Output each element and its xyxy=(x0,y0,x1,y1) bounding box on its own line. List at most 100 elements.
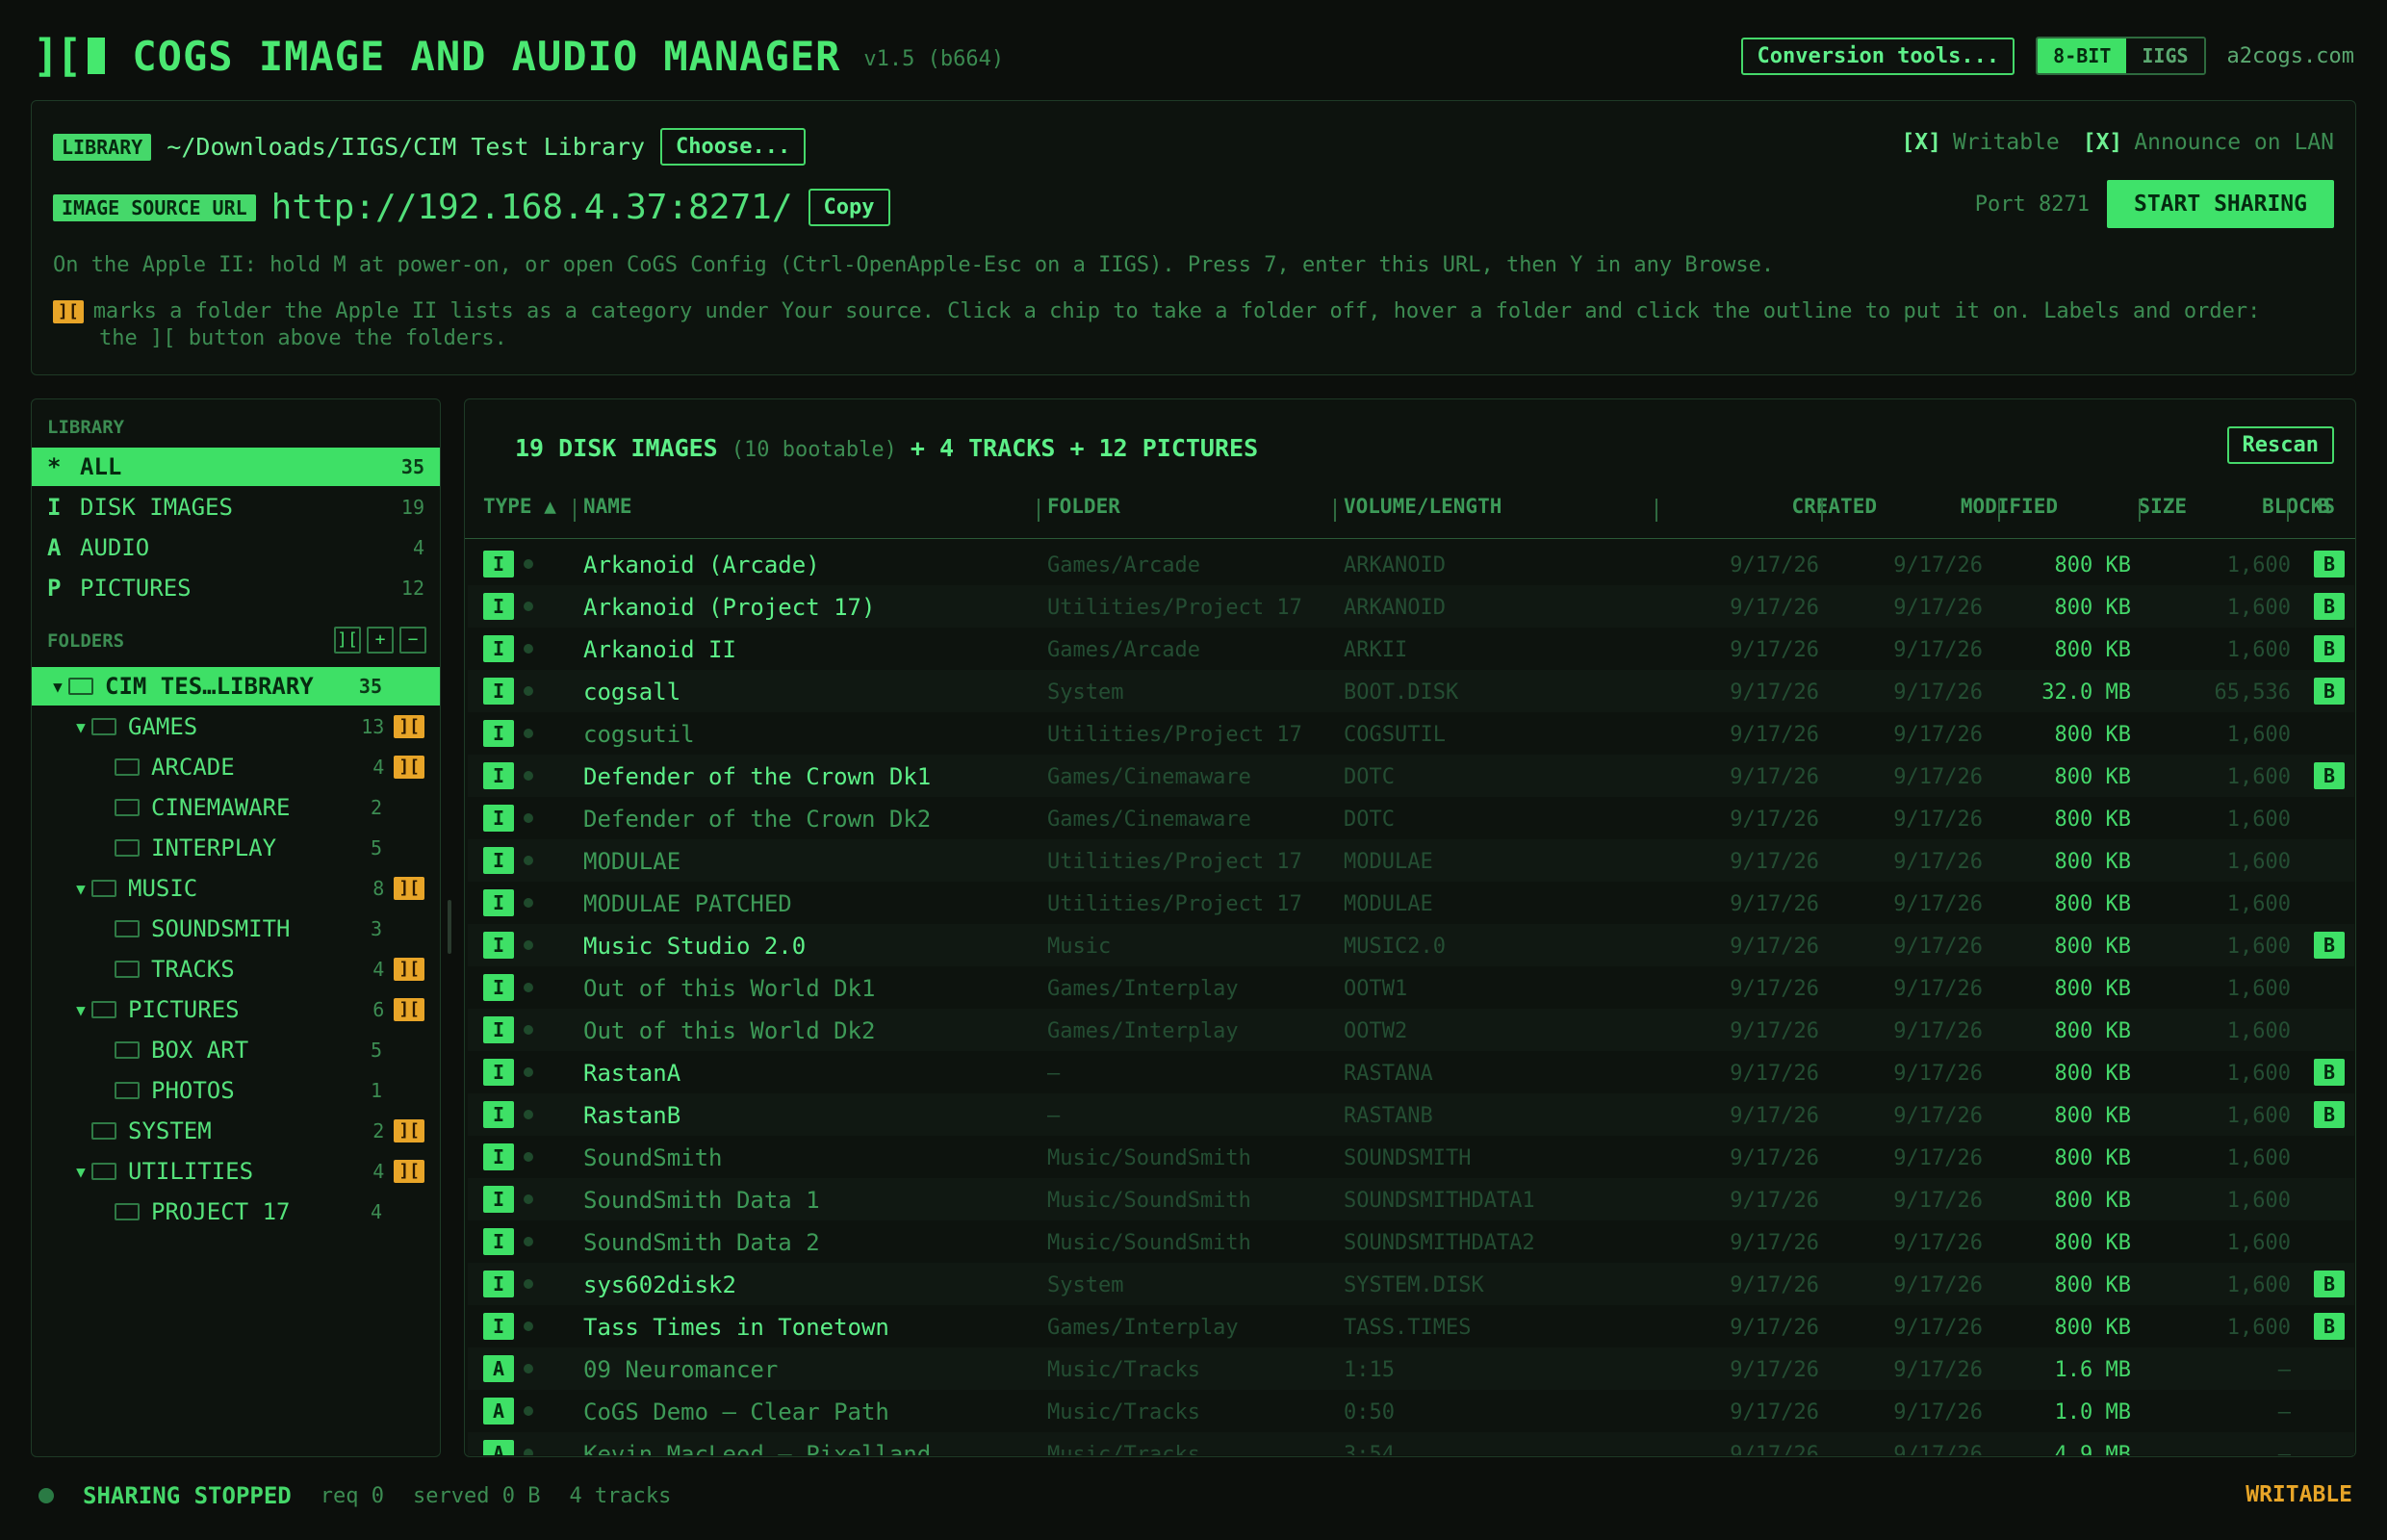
table-row[interactable]: I Out of this World Dk1 Games/Interplay OOT… xyxy=(468,966,2354,1009)
table-row[interactable]: A 09 Neuromancer Music/Tracks 1:15 9/17/26 9/… xyxy=(468,1348,2354,1390)
column-resize-handle[interactable] xyxy=(2287,499,2289,522)
table-row[interactable]: Isys602disk2 System SYSTEM.DISK 9/17/26 9/17… xyxy=(468,1263,2354,1305)
file-size: 800 KB xyxy=(2054,892,2131,916)
column-header[interactable]: VOLUME/LENGTH xyxy=(1344,495,1502,518)
category-chip[interactable]: ][ xyxy=(394,877,424,900)
library-item-audio[interactable]: A AUDIO 4 xyxy=(32,528,440,567)
request-count: req 0 xyxy=(320,1483,384,1508)
file-name: Out of this World Dk2 xyxy=(583,1017,876,1044)
volume-length: OOTW1 xyxy=(1344,977,1408,1001)
table-row[interactable]: I RastanB — RASTANB 9/17/26 9/17/26 800 KB 1,60… xyxy=(468,1093,2354,1136)
bootable-badge: B xyxy=(2314,1101,2345,1128)
table-row[interactable]: I Arkanoid (Project 17) Utilities/Project … xyxy=(468,585,2354,628)
table-row[interactable]: Icogsall System BOOT.DISK 9/17/26 9/17/26 32.… xyxy=(468,670,2354,712)
category-chip[interactable]: ][ xyxy=(394,958,424,981)
column-header[interactable]: SIZE xyxy=(2087,495,2187,518)
category-chip[interactable]: ][ xyxy=(394,1160,424,1183)
folder-item[interactable]: SYSTEM 2][ xyxy=(32,1112,440,1150)
table-row[interactable]: I SoundSmith Data 2 Music/SoundSmith SOUNDS… xyxy=(468,1220,2354,1263)
rescan-button[interactable]: Rescan xyxy=(2226,426,2334,464)
column-header[interactable]: B xyxy=(2318,495,2330,518)
expand-toggle-icon[interactable]: ▼ xyxy=(70,1001,91,1019)
modified-date: 9/17/26 xyxy=(1893,1400,1983,1424)
block-count: 1,600 xyxy=(2226,1104,2291,1128)
table-row[interactable]: I Tass Times in Tonetown Games/Interplay TA… xyxy=(468,1305,2354,1348)
folder-item[interactable]: ▼ PICTURES 6][ xyxy=(32,990,440,1029)
table-row[interactable]: I Arkanoid (Arcade) Games/Arcade ARKANOID 9/… xyxy=(468,543,2354,585)
folder-item[interactable]: ▼ UTILITIES 4][ xyxy=(32,1152,440,1191)
column-resize-handle[interactable] xyxy=(1038,499,1040,522)
column-resize-handle[interactable] xyxy=(1334,499,1336,522)
category-chip[interactable]: ][ xyxy=(394,1119,424,1142)
writable-checkbox[interactable]: [X] xyxy=(1901,130,1941,155)
column-resize-handle[interactable] xyxy=(1821,499,1823,522)
created-date: 9/17/26 xyxy=(1730,850,1819,874)
expand-toggle-icon[interactable]: ▼ xyxy=(70,880,91,898)
table-row[interactable]: A CoGS Demo — Clear Path Music/Tracks 0:50 9… xyxy=(468,1390,2354,1432)
copy-url-button[interactable]: Copy xyxy=(808,189,890,226)
library-item-all[interactable]: * ALL 35 xyxy=(32,448,440,486)
table-row[interactable]: A Kevin MacLeod — Pixelland Music/Tracks 3:… xyxy=(468,1432,2354,1455)
column-resize-handle[interactable] xyxy=(2139,499,2141,522)
mode-iigs-button[interactable]: IIGS xyxy=(2126,38,2204,73)
table-row[interactable]: I Out of this World Dk2 Games/Interplay OOT… xyxy=(468,1009,2354,1051)
column-header[interactable]: NAME xyxy=(583,495,632,518)
folder-item[interactable]: ARCADE 4][ xyxy=(32,748,440,786)
table-row[interactable]: I MODULAE Utilities/Project 17 MODULAE 9/17/… xyxy=(468,839,2354,882)
column-resize-handle[interactable] xyxy=(574,499,576,522)
file-size: 800 KB xyxy=(2054,1062,2131,1086)
folder-item[interactable]: BOX ART 5 xyxy=(32,1031,440,1069)
library-item-pictures[interactable]: P PICTURES 12 xyxy=(32,569,440,607)
add-folder-button[interactable]: + xyxy=(367,627,394,654)
volume-length: COGSUTIL xyxy=(1344,723,1446,747)
folder-item[interactable]: TRACKS 4][ xyxy=(32,950,440,988)
column-resize-handle[interactable] xyxy=(1998,499,2000,522)
table-row[interactable]: I Music Studio 2.0 Music MUSIC2.0 9/17/26 9/1… xyxy=(468,924,2354,966)
folder-item[interactable]: CINEMAWARE 2 xyxy=(32,788,440,827)
column-header[interactable]: CREATED xyxy=(1719,495,1877,518)
choose-button[interactable]: Choose... xyxy=(660,128,807,166)
category-chip-icon: ][ xyxy=(53,299,84,323)
folder-item[interactable]: INTERPLAY 5 xyxy=(32,829,440,867)
column-header[interactable]: FOLDER xyxy=(1047,495,1120,518)
expand-toggle-icon[interactable]: ▼ xyxy=(70,718,91,736)
folder-item[interactable]: SOUNDSMITH 3 xyxy=(32,910,440,948)
file-folder: Games/Interplay xyxy=(1047,977,1239,1001)
table-row[interactable]: I SoundSmith Music/SoundSmith SOUNDSMITH 9/1… xyxy=(468,1136,2354,1178)
folder-item[interactable]: ▼ MUSIC 8][ xyxy=(32,869,440,908)
folder-item[interactable]: ▼ GAMES 13][ xyxy=(32,707,440,746)
table-row[interactable]: Icogsutil Utilities/Project 17 COGSUTIL 9/1… xyxy=(468,712,2354,755)
table-row[interactable]: I SoundSmith Data 1 Music/SoundSmith SOUNDS… xyxy=(468,1178,2354,1220)
folder-item[interactable]: ▼ CIM TES…LIBRARY 35 xyxy=(32,667,440,706)
site-link[interactable]: a2cogs.com xyxy=(2227,44,2354,68)
table-row[interactable]: I RastanA — RASTANA 9/17/26 9/17/26 800 KB 1,60… xyxy=(468,1051,2354,1093)
created-date: 9/17/26 xyxy=(1730,1231,1819,1255)
category-chip[interactable]: ][ xyxy=(394,998,424,1021)
announce-checkbox[interactable]: [X] xyxy=(2083,130,2123,155)
folder-item[interactable]: PHOTOS 1 xyxy=(32,1071,440,1110)
library-item-disk-images[interactable]: I DISK IMAGES 19 xyxy=(32,488,440,526)
column-resize-handle[interactable] xyxy=(1656,499,1657,522)
library-path: ~/Downloads/IIGS/CIM Test Library xyxy=(167,133,645,161)
category-chip[interactable]: ][ xyxy=(394,756,424,779)
table-row[interactable]: I MODULAE PATCHED Utilities/Project 17 MODU… xyxy=(468,882,2354,924)
table-row[interactable]: I Arkanoid II Games/Arcade ARKII 9/17/26 9/17… xyxy=(468,628,2354,670)
column-header[interactable]: BLOCKS xyxy=(2196,495,2335,518)
mode-8bit-button[interactable]: 8-BIT xyxy=(2038,38,2127,73)
expand-toggle-icon[interactable]: ▼ xyxy=(70,1163,91,1181)
column-header[interactable]: MODIFIED xyxy=(1881,495,2058,518)
start-sharing-button[interactable]: START SHARING xyxy=(2106,180,2334,228)
status-dot-icon xyxy=(524,729,533,738)
folder-item[interactable]: PROJECT 17 4 xyxy=(32,1193,440,1231)
expand-toggle-icon[interactable]: ▼ xyxy=(47,678,68,696)
modified-date: 9/17/26 xyxy=(1893,1273,1983,1297)
table-row[interactable]: I Defender of the Crown Dk1 Games/Cinemawa… xyxy=(468,755,2354,797)
category-chip[interactable]: ][ xyxy=(394,715,424,738)
sidebar-resize-handle[interactable] xyxy=(448,900,451,954)
remove-folder-button[interactable]: − xyxy=(399,627,426,654)
folder-count: 6 xyxy=(372,998,385,1021)
column-header[interactable]: TYPE ▲ xyxy=(483,495,556,518)
conversion-tools-button[interactable]: Conversion tools... xyxy=(1741,37,2015,75)
category-labels-button[interactable]: ][ xyxy=(334,627,361,654)
table-row[interactable]: I Defender of the Crown Dk2 Games/Cinemawa… xyxy=(468,797,2354,839)
